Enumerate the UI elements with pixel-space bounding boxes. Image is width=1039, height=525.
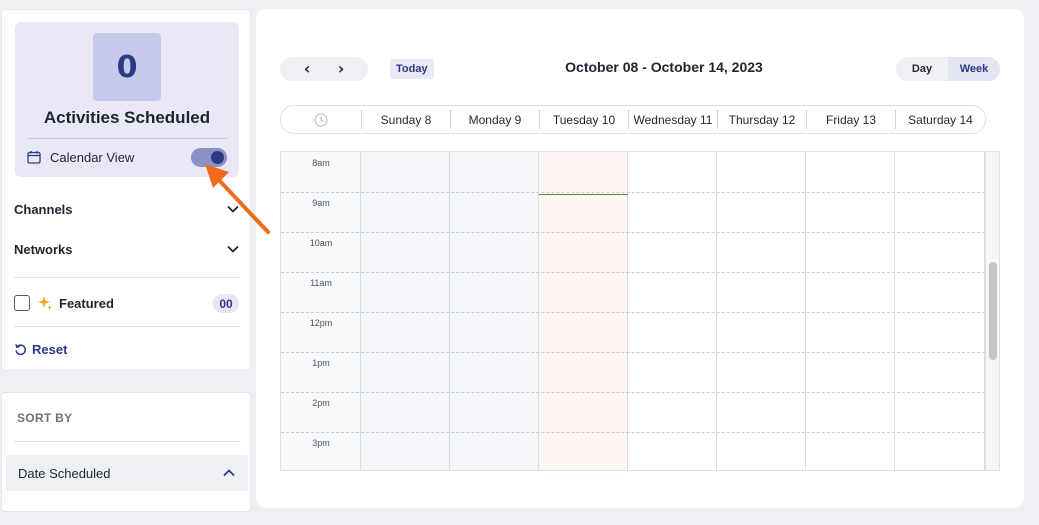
- calendar-view-toggle[interactable]: [191, 148, 227, 167]
- calendar-grid: 8am 9am 10am 11am 12pm 1pm 2pm 3pm: [280, 151, 1000, 471]
- divider: [14, 441, 240, 442]
- chevron-down-icon: [227, 245, 239, 253]
- grid-scrollbar[interactable]: [985, 152, 999, 470]
- week-grid: 8am 9am 10am 11am 12pm 1pm 2pm 3pm: [281, 152, 985, 470]
- day-header-row: Sunday 8 Monday 9 Tuesday 10 Wednesday 11 Th…: [280, 105, 986, 134]
- date-range-title: October 08 - October 14, 2023: [565, 59, 763, 75]
- scroll-thumb[interactable]: [989, 262, 997, 360]
- current-time-line: [539, 194, 628, 195]
- featured-filter: Featured 00: [14, 292, 240, 314]
- channels-filter[interactable]: Channels: [14, 199, 240, 219]
- time-label: 2pm: [312, 398, 330, 408]
- hour-line: [281, 192, 985, 193]
- sparkle-icon: [38, 296, 52, 310]
- day-header-cell: Wednesday 11: [628, 110, 717, 129]
- sort-select[interactable]: Date Scheduled: [6, 455, 248, 491]
- activities-label: Activities Scheduled: [43, 108, 211, 127]
- hour-line: [281, 352, 985, 353]
- view-day-button[interactable]: Day: [896, 57, 948, 81]
- view-week-button[interactable]: Week: [948, 57, 1000, 81]
- calendar-panel: ‹ › Today October 08 - October 14, 2023 …: [256, 9, 1024, 508]
- time-label: 12pm: [309, 318, 333, 328]
- time-label: 9am: [312, 198, 330, 208]
- time-label: 10am: [309, 238, 333, 248]
- divider: [14, 326, 240, 327]
- next-week-button[interactable]: ›: [331, 61, 351, 77]
- reset-icon: [15, 343, 27, 355]
- chevron-up-icon: [223, 469, 235, 477]
- clock-icon: [314, 112, 328, 127]
- time-label: 1pm: [312, 358, 330, 368]
- hour-line: [281, 272, 985, 273]
- view-switcher: Day Week: [896, 57, 1000, 81]
- toggle-knob: [211, 151, 224, 164]
- networks-label: Networks: [14, 241, 73, 257]
- featured-count-badge: 00: [213, 294, 239, 313]
- day-header-cell: Tuesday 10: [539, 110, 628, 129]
- chevron-down-icon: [227, 205, 239, 213]
- reset-button[interactable]: Reset: [14, 340, 67, 358]
- featured-checkbox[interactable]: [14, 295, 30, 311]
- networks-filter[interactable]: Networks: [14, 239, 240, 259]
- day-header-cell: Saturday 14: [895, 110, 985, 129]
- filter-panel: 0 Activities Scheduled Calendar View Cha…: [1, 9, 251, 371]
- sort-title: SORT BY: [17, 411, 73, 425]
- channels-label: Channels: [14, 201, 73, 217]
- calendar-view-label: Calendar View: [50, 149, 135, 165]
- time-header: [281, 110, 361, 129]
- sort-panel: SORT BY Date Scheduled: [1, 392, 251, 512]
- day-header-cell: Thursday 12: [717, 110, 806, 129]
- day-header-cell: Sunday 8: [361, 110, 450, 129]
- calendar-view-row: Calendar View: [27, 146, 227, 168]
- featured-label: Featured: [59, 295, 114, 311]
- calendar-icon: [27, 151, 41, 164]
- divider: [14, 277, 240, 278]
- hour-line: [281, 232, 985, 233]
- time-label: 11am: [310, 278, 332, 288]
- time-label: 3pm: [312, 438, 330, 448]
- day-header-cell: Monday 9: [450, 110, 539, 129]
- hour-line: [281, 392, 985, 393]
- activities-card: 0 Activities Scheduled Calendar View: [15, 22, 239, 177]
- time-label: 8am: [312, 158, 330, 168]
- hour-line: [281, 432, 985, 433]
- card-divider: [27, 138, 227, 139]
- week-nav: ‹ ›: [280, 57, 368, 81]
- day-header-cell: Friday 13: [806, 110, 895, 129]
- hour-line: [281, 312, 985, 313]
- prev-week-button[interactable]: ‹: [297, 61, 317, 77]
- today-button[interactable]: Today: [390, 59, 434, 79]
- reset-label: Reset: [32, 341, 68, 357]
- sort-selected-value: Date Scheduled: [18, 465, 111, 481]
- activities-count: 0: [93, 33, 161, 101]
